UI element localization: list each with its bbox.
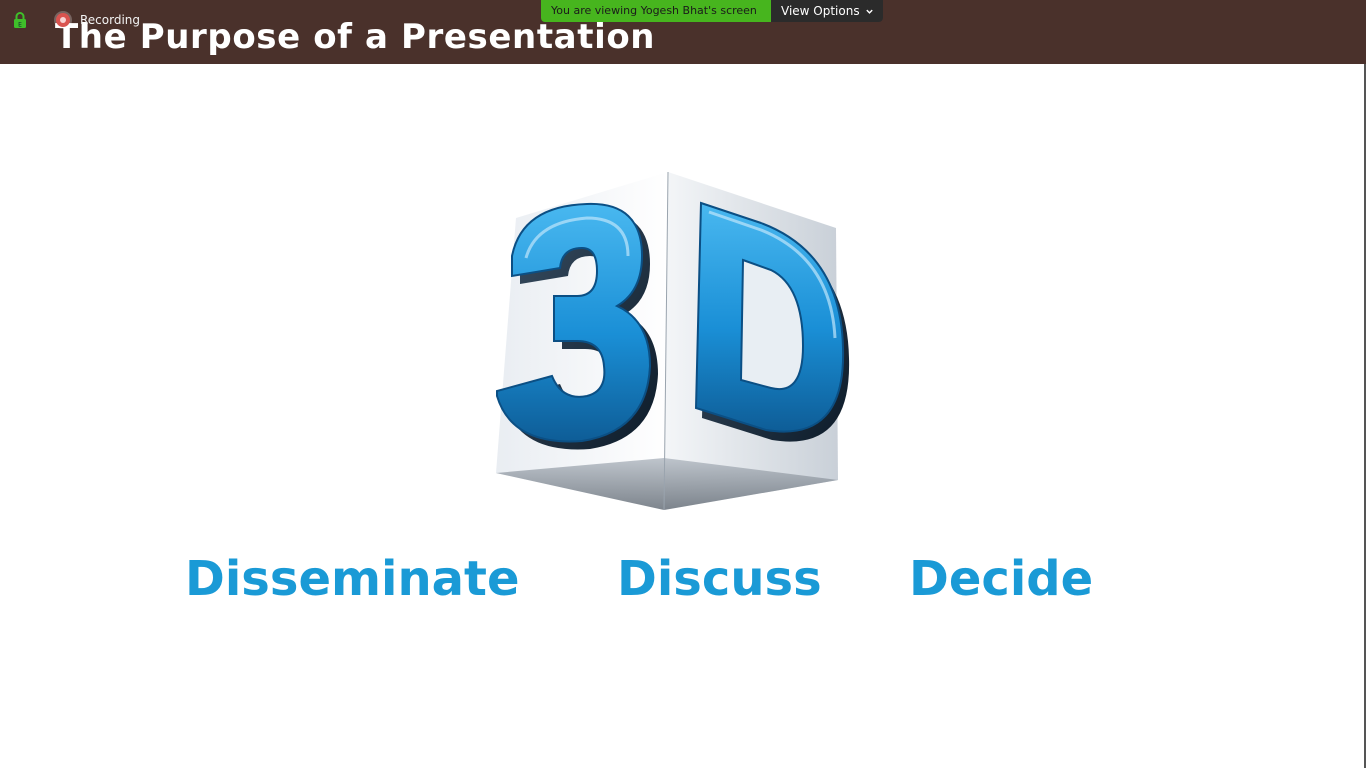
chevron-down-icon bbox=[865, 9, 873, 14]
3d-cube-logo bbox=[496, 171, 850, 511]
shared-screen-view: The Purpose of a Presentation E Recordin… bbox=[0, 0, 1366, 768]
view-options-label: View Options bbox=[781, 4, 860, 18]
word-decide: Decide bbox=[909, 551, 1094, 607]
screen-share-banner: You are viewing Yogesh Bhat's screen Vie… bbox=[541, 0, 883, 22]
view-options-button[interactable]: View Options bbox=[771, 0, 883, 22]
word-disseminate: Disseminate bbox=[185, 551, 520, 607]
svg-text:E: E bbox=[18, 22, 22, 29]
recording-label[interactable]: Recording bbox=[80, 12, 140, 28]
lock-icon[interactable]: E bbox=[13, 12, 27, 28]
share-status-text: You are viewing Yogesh Bhat's screen bbox=[541, 0, 771, 22]
word-discuss: Discuss bbox=[617, 551, 822, 607]
recording-icon[interactable] bbox=[56, 13, 70, 27]
